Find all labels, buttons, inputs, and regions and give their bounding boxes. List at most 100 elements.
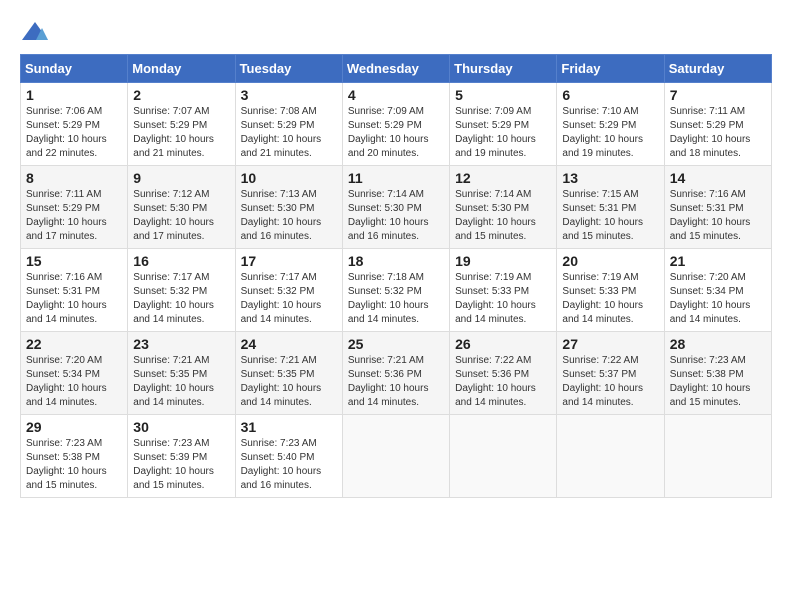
calendar-cell: 13 Sunrise: 7:15 AMSunset: 5:31 PMDayligh… — [557, 166, 664, 249]
logo-icon — [20, 20, 50, 44]
calendar-cell: 9Sunrise: 7:12 AMSunset: 5:30 PMDaylight… — [128, 166, 235, 249]
day-info: Sunrise: 7:18 AMSunset: 5:32 PMDaylight:… — [348, 271, 444, 327]
day-number: 26 — [455, 336, 551, 352]
calendar-cell: 3Sunrise: 7:08 AMSunset: 5:29 PMDaylight… — [235, 83, 342, 166]
calendar-cell: 10Sunrise: 7:13 AMSunset: 5:30 PMDayligh… — [235, 166, 342, 249]
calendar-cell: 11 Sunrise: 7:14 AMSunset: 5:30 PMDayligh… — [342, 166, 449, 249]
day-number: 15 — [26, 253, 122, 269]
day-info: Sunrise: 7:21 AMSunset: 5:35 PMDaylight:… — [241, 354, 337, 410]
page-header — [20, 20, 772, 44]
calendar-cell: 12 Sunrise: 7:14 AMSunset: 5:30 PMDayligh… — [450, 166, 557, 249]
day-number: 28 — [670, 336, 766, 352]
day-info: Sunrise: 7:22 AMSunset: 5:36 PMDaylight:… — [455, 354, 551, 410]
day-info: Sunrise: 7:23 AMSunset: 5:40 PMDaylight:… — [241, 437, 337, 493]
calendar-cell — [342, 415, 449, 498]
calendar-cell: 19Sunrise: 7:19 AMSunset: 5:33 PMDayligh… — [450, 249, 557, 332]
day-info: Sunrise: 7:23 AMSunset: 5:38 PMDaylight:… — [670, 354, 766, 410]
calendar-week-row: 8 Sunrise: 7:11 AMSunset: 5:29 PMDaylight… — [21, 166, 772, 249]
day-of-week-thursday: Thursday — [450, 55, 557, 83]
calendar-cell: 29Sunrise: 7:23 AMSunset: 5:38 PMDayligh… — [21, 415, 128, 498]
day-info: Sunrise: 7:16 AMSunset: 5:31 PMDaylight:… — [670, 188, 766, 244]
calendar-cell — [557, 415, 664, 498]
day-info: Sunrise: 7:09 AMSunset: 5:29 PMDaylight:… — [348, 105, 444, 161]
day-of-week-tuesday: Tuesday — [235, 55, 342, 83]
day-number: 12 — [455, 170, 551, 186]
calendar-cell: 22 Sunrise: 7:20 AMSunset: 5:34 PMDayligh… — [21, 332, 128, 415]
day-info: Sunrise: 7:20 AMSunset: 5:34 PMDaylight:… — [670, 271, 766, 327]
day-number: 17 — [241, 253, 337, 269]
day-info: Sunrise: 7:06 AMSunset: 5:29 PMDaylight:… — [26, 105, 122, 161]
day-number: 5 — [455, 87, 551, 103]
calendar-cell: 31 Sunrise: 7:23 AMSunset: 5:40 PMDayligh… — [235, 415, 342, 498]
day-info: Sunrise: 7:23 AMSunset: 5:38 PMDaylight:… — [26, 437, 122, 493]
day-number: 27 — [562, 336, 658, 352]
calendar-cell: 21 Sunrise: 7:20 AMSunset: 5:34 PMDayligh… — [664, 249, 771, 332]
calendar-cell: 17 Sunrise: 7:17 AMSunset: 5:32 PMDayligh… — [235, 249, 342, 332]
calendar-cell: 5 Sunrise: 7:09 AMSunset: 5:29 PMDaylight… — [450, 83, 557, 166]
day-info: Sunrise: 7:16 AMSunset: 5:31 PMDaylight:… — [26, 271, 122, 327]
day-number: 4 — [348, 87, 444, 103]
calendar-cell: 16Sunrise: 7:17 AMSunset: 5:32 PMDayligh… — [128, 249, 235, 332]
day-number: 9 — [133, 170, 229, 186]
calendar-cell: 23 Sunrise: 7:21 AMSunset: 5:35 PMDayligh… — [128, 332, 235, 415]
day-number: 13 — [562, 170, 658, 186]
day-of-week-friday: Friday — [557, 55, 664, 83]
day-number: 3 — [241, 87, 337, 103]
calendar-cell: 25 Sunrise: 7:21 AMSunset: 5:36 PMDayligh… — [342, 332, 449, 415]
calendar-header-row: SundayMondayTuesdayWednesdayThursdayFrid… — [21, 55, 772, 83]
day-number: 6 — [562, 87, 658, 103]
day-info: Sunrise: 7:19 AMSunset: 5:33 PMDaylight:… — [562, 271, 658, 327]
day-info: Sunrise: 7:09 AMSunset: 5:29 PMDaylight:… — [455, 105, 551, 161]
calendar-cell: 15 Sunrise: 7:16 AMSunset: 5:31 PMDayligh… — [21, 249, 128, 332]
day-info: Sunrise: 7:15 AMSunset: 5:31 PMDaylight:… — [562, 188, 658, 244]
day-number: 8 — [26, 170, 122, 186]
day-of-week-wednesday: Wednesday — [342, 55, 449, 83]
day-of-week-monday: Monday — [128, 55, 235, 83]
calendar-cell: 30 Sunrise: 7:23 AMSunset: 5:39 PMDayligh… — [128, 415, 235, 498]
calendar-cell: 1 Sunrise: 7:06 AMSunset: 5:29 PMDaylight… — [21, 83, 128, 166]
day-info: Sunrise: 7:14 AMSunset: 5:30 PMDaylight:… — [455, 188, 551, 244]
calendar-week-row: 22 Sunrise: 7:20 AMSunset: 5:34 PMDayligh… — [21, 332, 772, 415]
calendar-table: SundayMondayTuesdayWednesdayThursdayFrid… — [20, 54, 772, 498]
calendar-cell — [450, 415, 557, 498]
day-info: Sunrise: 7:21 AMSunset: 5:36 PMDaylight:… — [348, 354, 444, 410]
calendar-cell: 20 Sunrise: 7:19 AMSunset: 5:33 PMDayligh… — [557, 249, 664, 332]
calendar-week-row: 1 Sunrise: 7:06 AMSunset: 5:29 PMDaylight… — [21, 83, 772, 166]
day-number: 11 — [348, 170, 444, 186]
day-number: 31 — [241, 419, 337, 435]
day-number: 7 — [670, 87, 766, 103]
day-number: 10 — [241, 170, 337, 186]
calendar-cell: 24Sunrise: 7:21 AMSunset: 5:35 PMDayligh… — [235, 332, 342, 415]
day-number: 1 — [26, 87, 122, 103]
day-of-week-saturday: Saturday — [664, 55, 771, 83]
calendar-cell: 7 Sunrise: 7:11 AMSunset: 5:29 PMDaylight… — [664, 83, 771, 166]
day-number: 30 — [133, 419, 229, 435]
day-info: Sunrise: 7:23 AMSunset: 5:39 PMDaylight:… — [133, 437, 229, 493]
day-info: Sunrise: 7:07 AMSunset: 5:29 PMDaylight:… — [133, 105, 229, 161]
calendar-cell: 27Sunrise: 7:22 AMSunset: 5:37 PMDayligh… — [557, 332, 664, 415]
day-number: 22 — [26, 336, 122, 352]
day-info: Sunrise: 7:21 AMSunset: 5:35 PMDaylight:… — [133, 354, 229, 410]
calendar-week-row: 15 Sunrise: 7:16 AMSunset: 5:31 PMDayligh… — [21, 249, 772, 332]
day-info: Sunrise: 7:14 AMSunset: 5:30 PMDaylight:… — [348, 188, 444, 244]
day-number: 2 — [133, 87, 229, 103]
day-number: 14 — [670, 170, 766, 186]
day-number: 19 — [455, 253, 551, 269]
day-number: 21 — [670, 253, 766, 269]
day-info: Sunrise: 7:17 AMSunset: 5:32 PMDaylight:… — [241, 271, 337, 327]
day-number: 18 — [348, 253, 444, 269]
calendar-cell — [664, 415, 771, 498]
calendar-cell: 4 Sunrise: 7:09 AMSunset: 5:29 PMDaylight… — [342, 83, 449, 166]
calendar-week-row: 29Sunrise: 7:23 AMSunset: 5:38 PMDayligh… — [21, 415, 772, 498]
calendar-cell: 2 Sunrise: 7:07 AMSunset: 5:29 PMDaylight… — [128, 83, 235, 166]
day-info: Sunrise: 7:11 AMSunset: 5:29 PMDaylight:… — [26, 188, 122, 244]
day-info: Sunrise: 7:11 AMSunset: 5:29 PMDaylight:… — [670, 105, 766, 161]
day-number: 23 — [133, 336, 229, 352]
calendar-cell: 8 Sunrise: 7:11 AMSunset: 5:29 PMDaylight… — [21, 166, 128, 249]
calendar-cell: 6Sunrise: 7:10 AMSunset: 5:29 PMDaylight… — [557, 83, 664, 166]
logo — [20, 20, 54, 44]
day-info: Sunrise: 7:20 AMSunset: 5:34 PMDaylight:… — [26, 354, 122, 410]
day-number: 25 — [348, 336, 444, 352]
calendar-cell: 26 Sunrise: 7:22 AMSunset: 5:36 PMDayligh… — [450, 332, 557, 415]
day-number: 20 — [562, 253, 658, 269]
